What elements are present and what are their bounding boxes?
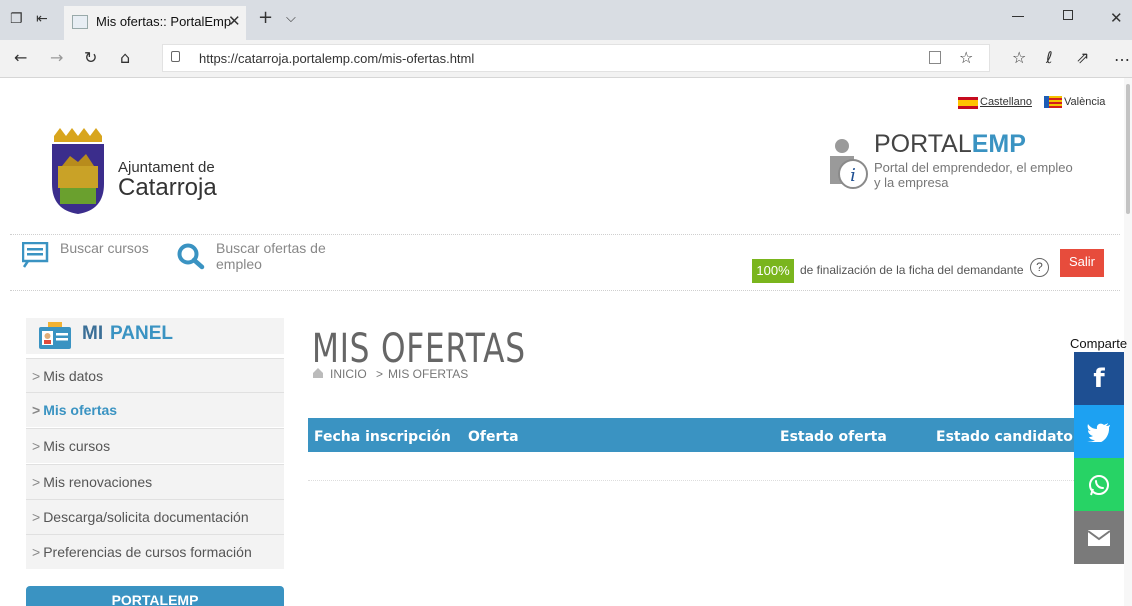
home-breadcrumb-icon[interactable] [312, 366, 324, 378]
url-text: https://catarroja.portalemp.com/mis-ofer… [199, 51, 475, 66]
share-browser-icon[interactable]: ⇗ [1076, 48, 1089, 68]
profile-completion-badge: 100% [752, 259, 794, 283]
sidebar-item-label: Descarga/solicita documentación [43, 509, 249, 525]
chevron-right-icon: > [32, 402, 41, 418]
table-empty-row-divider [308, 480, 1074, 481]
valencia-flag-icon [1044, 96, 1062, 108]
reading-view-icon[interactable] [929, 51, 941, 64]
profile-completion-text: de finalización de la ficha del demandan… [800, 263, 1024, 277]
back-arrow-icon[interactable]: ← [14, 48, 27, 68]
spain-flag-icon [958, 97, 978, 109]
breadcrumb-home[interactable]: INICIO [330, 367, 367, 381]
sidebar-item-mis-ofertas[interactable]: > Mis ofertas [26, 392, 284, 428]
lang-valencia-link[interactable]: València [1064, 96, 1105, 108]
col-estado-candidato[interactable]: Estado candidato [936, 428, 1073, 446]
sidebar-item-label: Mis cursos [43, 438, 111, 454]
ayuntamiento-shield-logo[interactable] [48, 126, 108, 216]
lock-icon [171, 51, 180, 62]
col-oferta[interactable]: Oferta [468, 428, 519, 446]
chevron-right-icon: > [32, 474, 41, 490]
tab-title: Mis ofertas:: PortalEmp [96, 14, 232, 29]
favorite-star-icon[interactable]: ☆ [959, 48, 973, 68]
header-divider [10, 234, 1120, 235]
portalemp-tagline-1: Portal del emprendedor, el empleo [874, 160, 1073, 175]
favorites-list-icon[interactable]: ☆ [1012, 48, 1026, 68]
chevron-right-icon: > [32, 438, 41, 454]
sidebar-item-documentacion[interactable]: > Descarga/solicita documentación [26, 499, 284, 535]
twitter-share-button[interactable] [1074, 405, 1124, 458]
whatsapp-icon [1089, 474, 1109, 495]
breadcrumb-separator: > [376, 367, 384, 381]
chevron-right-icon: > [32, 509, 41, 525]
tab-actions-icon[interactable]: ❐ [10, 9, 23, 29]
maximize-icon[interactable] [1063, 10, 1073, 20]
sidebar-item-mis-datos[interactable]: > Mis datos [26, 358, 284, 394]
sidebar-item-mis-cursos[interactable]: > Mis cursos [26, 428, 284, 464]
scrollbar-thumb[interactable] [1126, 84, 1130, 214]
sidebar-item-label: Mis datos [43, 368, 104, 384]
portalemp-info-person-logo[interactable]: i [826, 136, 870, 196]
courses-icon[interactable] [21, 241, 50, 268]
portalemp-sidebar-box[interactable]: PORTALEMP [26, 586, 284, 606]
chevron-down-icon[interactable]: ⌵ [286, 9, 296, 29]
email-share-button[interactable] [1074, 511, 1124, 564]
portalemp-box-title: PORTALEMP [111, 592, 199, 606]
sidebar-item-preferencias[interactable]: > Preferencias de cursos formación [26, 534, 284, 570]
help-icon[interactable]: ? [1030, 258, 1049, 277]
twitter-icon [1087, 422, 1110, 442]
salir-button[interactable]: Salir [1060, 249, 1104, 277]
sidebar-item-mis-renovaciones[interactable]: > Mis renovaciones [26, 464, 284, 500]
svg-text:i: i [850, 165, 856, 186]
portalemp-tagline-2: y la empresa [874, 175, 949, 190]
ayuntamiento-line2: Catarroja [118, 174, 217, 201]
col-fecha-inscripcion[interactable]: Fecha inscripción [314, 428, 451, 446]
buscar-ofertas-link-line2[interactable]: empleo [216, 256, 262, 272]
buscar-ofertas-link-line1[interactable]: Buscar ofertas de [216, 240, 326, 256]
more-menu-icon[interactable]: … [1114, 46, 1130, 66]
tab-mis-ofertas[interactable]: Mis ofertas:: PortalEmp ✕ [64, 6, 246, 40]
portalemp-title: PORTALEMP [874, 130, 1026, 159]
portalemp-title-b: EMP [971, 130, 1026, 158]
sidebar-item-label: Mis ofertas [43, 402, 118, 418]
facebook-icon: f [1093, 363, 1105, 394]
refresh-icon[interactable]: ↻ [84, 48, 97, 68]
envelope-icon [1087, 529, 1111, 546]
page-favicon-icon [72, 15, 88, 29]
share-label: Comparte [1070, 336, 1128, 351]
whatsapp-share-button[interactable] [1074, 458, 1124, 511]
new-tab-button[interactable]: + [258, 8, 273, 28]
browser-tab-bar: ❐ ⇤ Mis ofertas:: PortalEmp ✕ + ⌵ ✕ [0, 0, 1132, 40]
breadcrumb-current: MIS OFERTAS [388, 367, 469, 381]
portalemp-title-a: PORTAL [874, 130, 972, 158]
home-icon[interactable]: ⌂ [120, 48, 130, 68]
chevron-right-icon: > [32, 544, 41, 560]
tab-close-icon[interactable]: ✕ [228, 12, 241, 30]
back-tabs-icon[interactable]: ⇤ [36, 9, 48, 29]
forward-arrow-icon[interactable]: → [50, 48, 63, 68]
mi-panel-title-b: PANEL [110, 323, 173, 344]
address-bar-row: ← → ↻ ⌂ https://catarroja.portalemp.com/… [0, 40, 1132, 78]
url-field[interactable]: https://catarroja.portalemp.com/mis-ofer… [162, 44, 990, 72]
col-estado-oferta[interactable]: Estado oferta [780, 428, 887, 446]
buscar-cursos-link[interactable]: Buscar cursos [60, 240, 149, 256]
close-window-icon[interactable]: ✕ [1110, 8, 1123, 28]
id-card-icon [38, 322, 72, 350]
lang-castellano-link[interactable]: Castellano [980, 96, 1032, 108]
nav-divider [10, 290, 1120, 291]
mi-panel-title-a: MI [82, 323, 104, 344]
facebook-share-button[interactable]: f [1074, 352, 1124, 405]
page-title: MIS OFERTAS [312, 326, 526, 372]
pen-notes-icon[interactable]: ℓ [1046, 48, 1053, 68]
mi-panel-header: MI PANEL [26, 318, 284, 354]
minimize-icon[interactable] [1012, 16, 1024, 17]
sidebar-item-label: Preferencias de cursos formación [43, 544, 252, 560]
chevron-right-icon: > [32, 368, 41, 384]
search-icon[interactable] [176, 242, 206, 270]
sidebar-item-label: Mis renovaciones [43, 474, 153, 490]
